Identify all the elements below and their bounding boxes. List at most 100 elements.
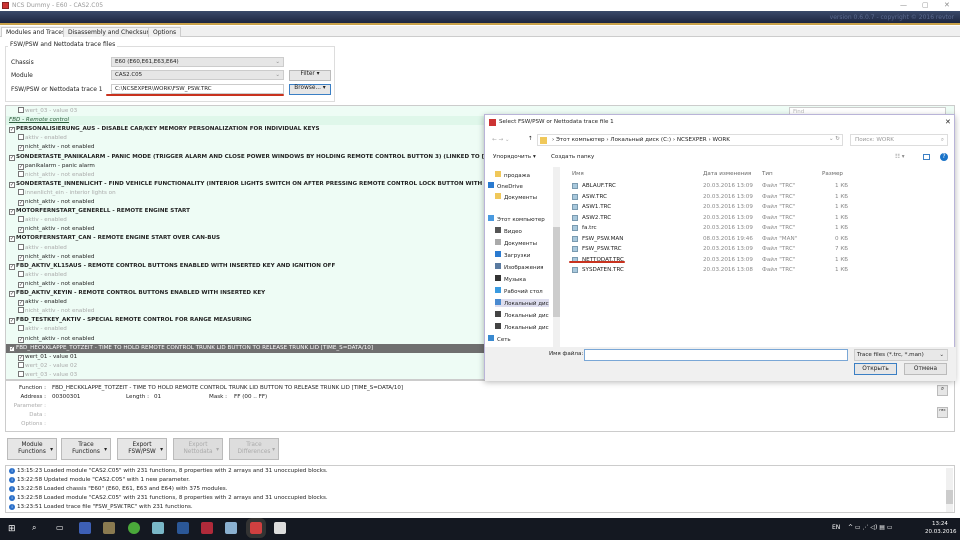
checkbox[interactable]: ✓	[9, 127, 15, 134]
checkbox[interactable]: ✓	[9, 209, 15, 216]
file-row[interactable]: FSW_PSW.MAN 08.03.2016 19:46 Файл "MAN" 0 К…	[572, 235, 942, 246]
action-button[interactable]: Trace Differences ▾	[229, 438, 279, 460]
browse-button[interactable]: Browse... ▾	[289, 84, 331, 95]
dropdown-arrow-icon[interactable]: ▾	[216, 447, 219, 454]
file-row[interactable]: SYSDATEN.TRC 20.03.2016 13:08 Файл "TRC" 1 …	[572, 267, 942, 277]
nav-item[interactable]: Локальный дис	[495, 323, 549, 331]
ncs-dummy-icon[interactable]	[246, 518, 266, 538]
checkbox[interactable]: ✓	[18, 281, 24, 288]
checkbox[interactable]	[18, 370, 24, 377]
tab-options[interactable]: Options	[148, 27, 182, 37]
dropdown-arrow-icon[interactable]: ▾	[272, 447, 275, 454]
app-icon[interactable]	[152, 522, 164, 534]
col-size[interactable]: Размер	[822, 171, 843, 177]
dialog-search-input[interactable]: Поиск: WORK ⌕	[850, 134, 948, 146]
app-icon[interactable]	[225, 522, 237, 534]
checkbox[interactable]	[18, 188, 24, 195]
refresh-icon[interactable]: ⌄ ↻	[829, 136, 840, 142]
checkbox[interactable]: ✓	[18, 300, 24, 307]
checkbox[interactable]: ✓	[9, 236, 15, 243]
save-app-icon[interactable]	[79, 522, 91, 534]
close-button[interactable]: ✕	[944, 1, 950, 9]
action-button[interactable]: Export Nettodata ▾	[173, 438, 223, 460]
checkbox[interactable]: ✓	[18, 145, 24, 152]
file-row[interactable]: ASW.TRC 20.03.2016 13:09 Файл "TRC" 1 КБ	[572, 193, 942, 204]
nav-item[interactable]: Рабочий стол	[495, 287, 543, 295]
preview-pane-icon[interactable]	[923, 154, 930, 160]
checkbox[interactable]: ✓	[9, 345, 15, 352]
crumb-computer[interactable]: Этот компьютер	[556, 137, 605, 143]
checkbox[interactable]	[18, 307, 24, 314]
chassis-select[interactable]: E60 (E60,E61,E63,E64) ⌄	[111, 57, 284, 67]
checkbox[interactable]: ✓	[18, 163, 24, 170]
back-button[interactable]: ← → ⌄	[492, 137, 510, 143]
nav-item[interactable]: продажа	[495, 171, 530, 179]
checkbox[interactable]	[18, 170, 24, 177]
checkbox[interactable]: ✓	[9, 263, 15, 270]
word-icon[interactable]	[177, 522, 189, 534]
windows-start-icon[interactable]: ⊞	[8, 524, 16, 534]
checkbox[interactable]: ✓	[9, 181, 15, 188]
utorrent-icon[interactable]	[128, 522, 140, 534]
checkbox[interactable]: ✓	[9, 318, 15, 325]
checkbox[interactable]: ✓	[9, 291, 15, 297]
crumb-disk[interactable]: Локальный диск (C:)	[610, 137, 671, 143]
nav-item[interactable]: Видео	[495, 227, 522, 235]
tab-modules-and-traces[interactable]: Modules and Traces	[1, 27, 71, 37]
organize-button[interactable]: Упорядочить ▾	[493, 154, 536, 160]
module-select[interactable]: CAS2.C05 ⌄	[111, 70, 284, 80]
filetype-select[interactable]: Trace files (*.trc, *.man) ⌄	[854, 349, 948, 361]
tab-disassembly[interactable]: Disassembly and Checksums	[63, 27, 161, 37]
filter-button[interactable]: Filter ▾	[289, 70, 331, 81]
checkbox[interactable]: ✓	[18, 200, 24, 206]
clock-date[interactable]: 20.03.2016	[925, 529, 957, 535]
checkbox[interactable]	[18, 361, 24, 368]
action-button[interactable]: Module Functions ▾	[7, 438, 57, 460]
new-folder-button[interactable]: Создать папку	[551, 154, 594, 160]
checkbox[interactable]: ✓	[18, 336, 24, 343]
checkbox[interactable]	[18, 325, 24, 332]
minimize-button[interactable]: —	[900, 1, 907, 9]
nav-item[interactable]: Этот компьютер	[488, 215, 545, 223]
cancel-button[interactable]: Отмена	[904, 363, 947, 375]
view-icon[interactable]: ☷ ▾	[895, 154, 905, 160]
file-row[interactable]: ASW2.TRC 20.03.2016 13:09 Файл "TRC" 1 КБ	[572, 214, 942, 225]
checkbox[interactable]	[18, 216, 24, 223]
app-icon[interactable]	[103, 522, 115, 534]
checkbox[interactable]: ✓	[18, 227, 24, 234]
nav-item[interactable]: Изображения	[495, 263, 543, 271]
checkbox[interactable]	[18, 107, 24, 113]
nav-item[interactable]: Загрузки	[495, 251, 530, 259]
hex-dec-icon[interactable]: HEX	[937, 407, 948, 418]
checkbox[interactable]: ✓	[9, 154, 15, 161]
file-row[interactable]: ABLAUF.TRC 20.03.2016 13:09 Файл "TRC" 1 КБ	[572, 183, 942, 193]
checkbox[interactable]: ✓	[18, 254, 24, 261]
maximize-button[interactable]: ▢	[922, 1, 929, 9]
address-bar[interactable]: › Этот компьютер › Локальный диск (C:) ›…	[537, 134, 843, 146]
trace-path-input[interactable]: C:\NCSEXPER\WORK\FSW_PSW.TRC	[111, 84, 284, 94]
checkbox[interactable]	[18, 134, 24, 141]
nav-item[interactable]: Локальный дис	[495, 311, 549, 319]
action-button[interactable]: Trace Functions ▾	[61, 438, 111, 460]
app-icon[interactable]	[201, 522, 213, 534]
action-button[interactable]: Export FSW/PSW ▾	[117, 438, 167, 460]
col-type[interactable]: Тип	[762, 171, 773, 177]
dialog-close-button[interactable]: ✕	[945, 118, 951, 126]
file-row[interactable]: fa.trc 20.03.2016 13:09 Файл "TRC" 1 КБ	[572, 225, 942, 235]
clock-time[interactable]: 13:24	[932, 521, 948, 527]
nav-item[interactable]: Документы	[495, 239, 537, 247]
open-button[interactable]: Открыть	[854, 363, 897, 375]
checkbox[interactable]: ✓	[18, 354, 24, 361]
nav-item[interactable]: Сеть	[488, 335, 511, 343]
task-view-icon[interactable]: ▭	[56, 523, 64, 532]
search-icon[interactable]: ⌕	[937, 385, 948, 396]
calculator-icon[interactable]	[274, 522, 286, 534]
nav-item[interactable]: Документы	[495, 193, 537, 201]
help-icon[interactable]: ?	[940, 153, 948, 161]
nav-item[interactable]: Музыка	[495, 275, 526, 283]
checkbox[interactable]	[18, 270, 24, 277]
file-row[interactable]: NETTODAT.TRC 20.03.2016 13:09 Файл "TRC" 1 …	[572, 256, 942, 267]
col-name[interactable]: Имя	[572, 171, 584, 177]
dropdown-arrow-icon[interactable]: ▾	[50, 447, 53, 454]
crumb-work[interactable]: WORK	[712, 137, 730, 143]
